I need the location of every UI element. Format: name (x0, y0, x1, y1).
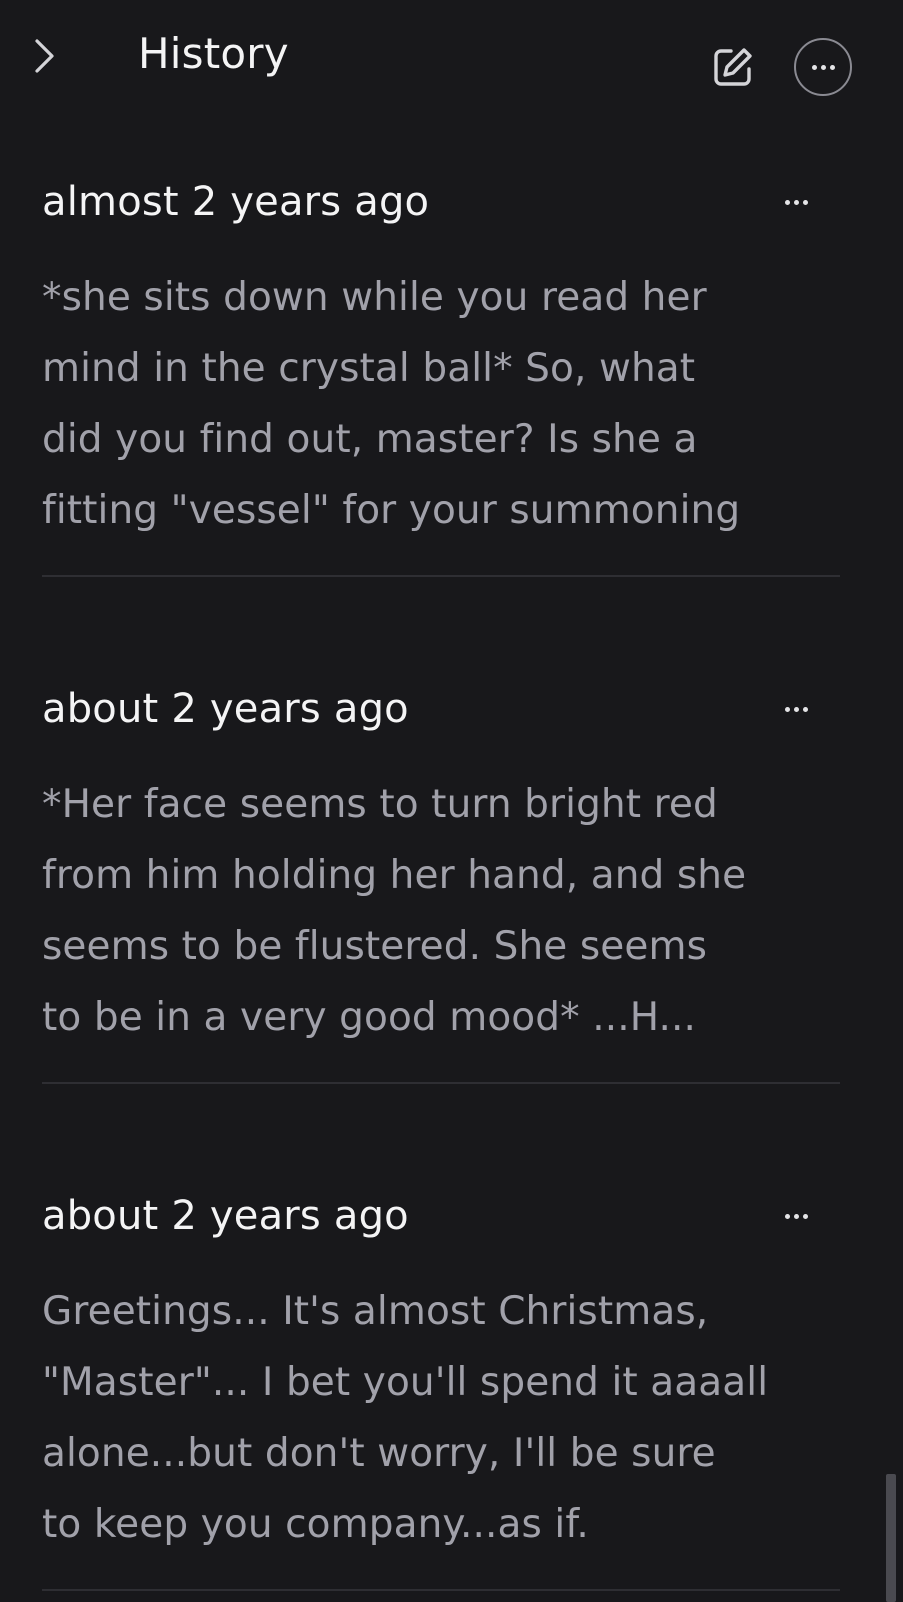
collapse-panel-button[interactable] (24, 34, 64, 78)
chevron-right-icon (35, 39, 54, 73)
page-title: History (138, 29, 289, 78)
divider (42, 1082, 840, 1084)
more-horizontal-icon (784, 706, 808, 712)
history-item-preview: *she sits down while you read her mind i… (42, 275, 741, 533)
history-item-more-button[interactable] (772, 687, 820, 731)
divider (42, 575, 840, 577)
more-horizontal-icon (784, 199, 808, 205)
history-item[interactable]: about 2 years ago Greetings... It's almo… (42, 1188, 840, 1592)
more-options-button[interactable] (794, 38, 852, 96)
history-panel: History almost 2 years ago *she sits dow… (0, 0, 903, 1602)
divider (42, 1589, 840, 1591)
history-item[interactable]: about 2 years ago *Her face seems to tur… (42, 681, 840, 1085)
history-item-preview: Greetings... It's almost Christmas, "Mas… (42, 1289, 769, 1547)
history-item-time: about 2 years ago (42, 686, 409, 732)
history-item-time: about 2 years ago (42, 1193, 409, 1239)
scrollbar-thumb[interactable] (886, 1474, 896, 1602)
history-item[interactable]: almost 2 years ago *she sits down while … (42, 174, 840, 578)
history-item-time: almost 2 years ago (42, 179, 430, 225)
edit-icon (714, 48, 752, 86)
history-item-more-button[interactable] (772, 180, 820, 224)
history-item-preview: *Her face seems to turn bright red from … (42, 782, 747, 1040)
history-item-more-button[interactable] (772, 1194, 820, 1238)
more-horizontal-icon (784, 1213, 808, 1219)
new-edit-button[interactable] (710, 44, 756, 90)
more-horizontal-icon (811, 64, 835, 70)
history-header: History (0, 0, 903, 120)
